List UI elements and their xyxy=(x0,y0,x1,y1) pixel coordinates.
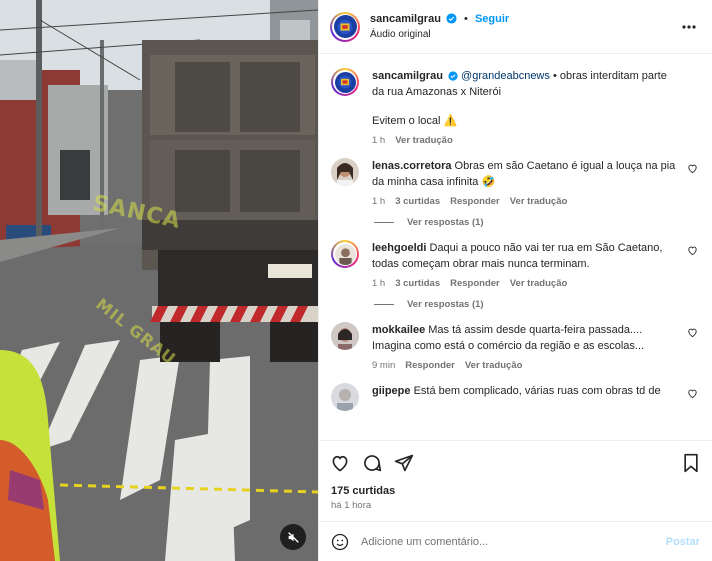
comment-text: Está bem complicado, várias ruas com obr… xyxy=(413,385,661,397)
view-replies-label: Ver respostas (1) xyxy=(407,299,484,310)
add-comment-bar: Postar xyxy=(319,521,712,561)
comment-likes[interactable]: 3 curtidas xyxy=(395,278,440,289)
post-time[interactable]: há 1 hora xyxy=(319,500,712,521)
comment-likes[interactable]: 3 curtidas xyxy=(395,196,440,207)
post-comment-button[interactable]: Postar xyxy=(666,536,700,548)
comment-item: giipepe Está bem complicado, várias ruas… xyxy=(331,383,700,411)
caption-username[interactable]: sancamilgrau xyxy=(372,70,443,82)
view-replies-button[interactable]: Ver respostas (1) xyxy=(374,217,700,228)
comment-username[interactable]: lenas.corretora xyxy=(372,160,451,172)
comment-like-button[interactable] xyxy=(687,388,698,402)
comment-time[interactable]: 1 h xyxy=(372,278,385,289)
comment-username[interactable]: mokkailee xyxy=(372,324,425,336)
comment-item: lenas.corretora Obras em são Caetano é i… xyxy=(331,158,700,207)
comment-time[interactable]: 9 min xyxy=(372,360,395,371)
comment-item: mokkailee Mas tá assim desde quarta-feir… xyxy=(331,322,700,371)
reply-button[interactable]: Responder xyxy=(450,278,500,289)
post-caption: sancamilgrau @grandeabcnews • obras inte… xyxy=(331,68,700,146)
caption-mention[interactable]: @grandeabcnews xyxy=(461,70,550,82)
caption-time[interactable]: 1 h xyxy=(372,135,385,146)
video-frame xyxy=(0,0,318,561)
heart-icon xyxy=(688,246,697,256)
comment-item: leehgoeldi Daqui a pouco não vai ter rua… xyxy=(331,240,700,289)
reply-button[interactable]: Responder xyxy=(450,196,500,207)
verified-icon xyxy=(446,12,457,24)
follow-button[interactable]: Seguir xyxy=(475,13,509,25)
comment-input[interactable] xyxy=(361,535,666,548)
likes-count[interactable]: 175 curtidas xyxy=(319,484,712,498)
translate-button[interactable]: Ver tradução xyxy=(510,278,568,289)
mute-icon xyxy=(287,531,299,543)
post-details-panel: sancamilgrau • Seguir Áudio original san… xyxy=(318,0,712,561)
view-replies-button[interactable]: Ver respostas (1) xyxy=(374,299,700,310)
commenter-avatar[interactable] xyxy=(331,383,359,411)
bookmark-icon xyxy=(684,453,698,472)
heart-icon xyxy=(332,455,348,471)
reply-button[interactable]: Responder xyxy=(405,360,455,371)
comment-username[interactable]: leehgoeldi xyxy=(372,242,426,254)
author-avatar[interactable] xyxy=(330,11,360,42)
caption-avatar[interactable] xyxy=(331,68,359,96)
share-button[interactable] xyxy=(393,452,415,474)
commenter-avatar[interactable] xyxy=(331,158,359,186)
commenter-avatar[interactable] xyxy=(331,240,359,268)
author-username[interactable]: sancamilgrau xyxy=(370,13,441,25)
post-actions xyxy=(319,440,712,484)
audio-link[interactable]: Áudio original xyxy=(370,27,678,42)
mute-button[interactable] xyxy=(280,524,306,550)
comment-like-button[interactable] xyxy=(687,327,698,341)
heart-icon xyxy=(688,164,697,174)
post-header: sancamilgrau • Seguir Áudio original xyxy=(319,0,712,54)
post-video[interactable]: SANCA MIL GRAU xyxy=(0,0,318,561)
share-icon xyxy=(394,454,414,471)
comment-like-button[interactable] xyxy=(687,245,698,259)
translate-button[interactable]: Ver tradução xyxy=(510,196,568,207)
more-options-button[interactable] xyxy=(678,16,700,38)
comment-username[interactable]: giipepe xyxy=(372,385,411,397)
commenter-avatar[interactable] xyxy=(331,322,359,350)
translate-button[interactable]: Ver tradução xyxy=(465,360,523,371)
heart-icon xyxy=(688,328,697,338)
comment-like-button[interactable] xyxy=(687,163,698,177)
view-replies-label: Ver respostas (1) xyxy=(407,217,484,228)
caption-line2: Evitem o local ⚠️ xyxy=(372,115,458,127)
comment-time[interactable]: 1 h xyxy=(372,196,385,207)
save-button[interactable] xyxy=(680,452,702,474)
emoji-icon[interactable] xyxy=(331,533,349,551)
caption-translate[interactable]: Ver tradução xyxy=(395,135,453,146)
like-button[interactable] xyxy=(329,452,351,474)
heart-icon xyxy=(688,389,697,399)
comment-button[interactable] xyxy=(361,452,383,474)
comment-icon xyxy=(364,454,382,471)
more-icon xyxy=(682,24,696,29)
comments-list[interactable]: sancamilgrau @grandeabcnews • obras inte… xyxy=(319,54,712,440)
instagram-post-modal: SANCA MIL GRAU sancamilgrau • Seguir Áud… xyxy=(0,0,712,561)
verified-icon xyxy=(448,71,458,81)
